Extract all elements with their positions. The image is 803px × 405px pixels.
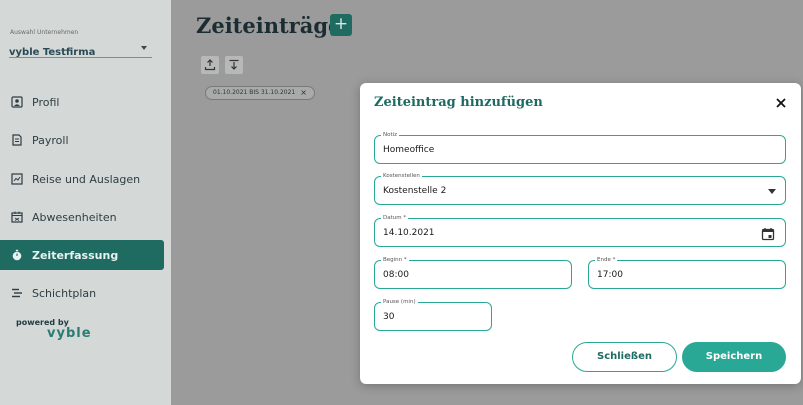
chip-label: 01.10.2021 BIS 31.10.2021	[213, 89, 296, 96]
schedule-icon	[11, 287, 23, 299]
calendar-icon	[11, 211, 23, 223]
chevron-down-icon	[768, 188, 776, 194]
add-entry-button[interactable]: +	[330, 14, 352, 36]
close-icon	[774, 95, 788, 114]
field-value: 08:00	[383, 269, 409, 280]
vyble-logo: vyble	[47, 326, 92, 341]
sidebar-item-label: Profil	[32, 95, 60, 109]
add-time-entry-dialog: Zeiteintrag hinzufügen Notiz Homeoffice …	[360, 83, 801, 384]
sidebar: Auswahl Unternehmen vyble Testfirma Prof…	[0, 0, 171, 405]
field-value: 17:00	[597, 269, 623, 280]
beginn-field[interactable]: Beginn * 08:00	[374, 256, 572, 289]
close-dialog-button[interactable]	[774, 95, 788, 109]
notiz-field[interactable]: Notiz Homeoffice	[374, 131, 786, 164]
dialog-title: Zeiteintrag hinzufügen	[374, 95, 543, 110]
import-button[interactable]	[225, 56, 243, 74]
calendar-icon[interactable]	[761, 226, 775, 240]
sidebar-item-payroll[interactable]: Payroll	[0, 125, 164, 155]
company-select[interactable]: vyble Testfirma	[9, 40, 152, 58]
field-value: 14.10.2021	[383, 227, 435, 238]
document-icon	[11, 134, 23, 146]
receipt-chart-icon	[11, 173, 23, 185]
sidebar-item-label: Abwesenheiten	[32, 210, 117, 224]
company-name: vyble Testfirma	[9, 47, 96, 58]
export-button[interactable]	[201, 56, 219, 74]
sidebar-item-profil[interactable]: Profil	[0, 87, 164, 117]
field-label: Ende *	[595, 256, 618, 264]
close-icon[interactable]: ×	[300, 87, 307, 99]
field-label: Datum *	[381, 214, 409, 222]
pause-field[interactable]: Pause (min) 30	[374, 298, 492, 331]
field-label: Pause (min)	[381, 298, 418, 306]
chevron-down-icon	[141, 46, 147, 50]
field-label: Kostenstellen	[381, 172, 422, 180]
stopwatch-icon	[11, 249, 23, 261]
kostenstellen-select[interactable]: Kostenstellen Kostenstelle 2	[374, 172, 786, 205]
sidebar-item-label: Zeiterfassung	[32, 248, 119, 262]
sidebar-item-zeiterfassung[interactable]: Zeiterfassung	[0, 240, 164, 270]
field-label: Beginn *	[381, 256, 409, 264]
upload-icon	[204, 56, 216, 75]
save-button[interactable]: Speichern	[682, 342, 786, 372]
field-value: Kostenstelle 2	[383, 185, 447, 196]
datum-field[interactable]: Datum * 14.10.2021	[374, 214, 786, 247]
date-range-filter-chip[interactable]: 01.10.2021 BIS 31.10.2021 ×	[205, 86, 315, 100]
sidebar-item-label: Payroll	[32, 133, 69, 147]
sidebar-item-abwesenheiten[interactable]: Abwesenheiten	[0, 202, 164, 232]
download-icon	[228, 56, 240, 75]
sidebar-item-reise-und-auslagen[interactable]: Reise und Auslagen	[0, 164, 164, 194]
sidebar-item-label: Schichtplan	[32, 286, 97, 300]
person-badge-icon	[11, 96, 23, 108]
sidebar-item-schichtplan[interactable]: Schichtplan	[0, 278, 164, 308]
field-value: 30	[383, 311, 395, 322]
page-title: Zeiteinträge	[196, 13, 342, 38]
ende-field[interactable]: Ende * 17:00	[588, 256, 786, 289]
field-value: Homeoffice	[383, 144, 435, 155]
close-button[interactable]: Schließen	[572, 342, 677, 372]
sidebar-item-label: Reise und Auslagen	[32, 172, 141, 186]
field-label: Notiz	[381, 131, 400, 139]
company-caption: Auswahl Unternehmen	[10, 29, 79, 36]
